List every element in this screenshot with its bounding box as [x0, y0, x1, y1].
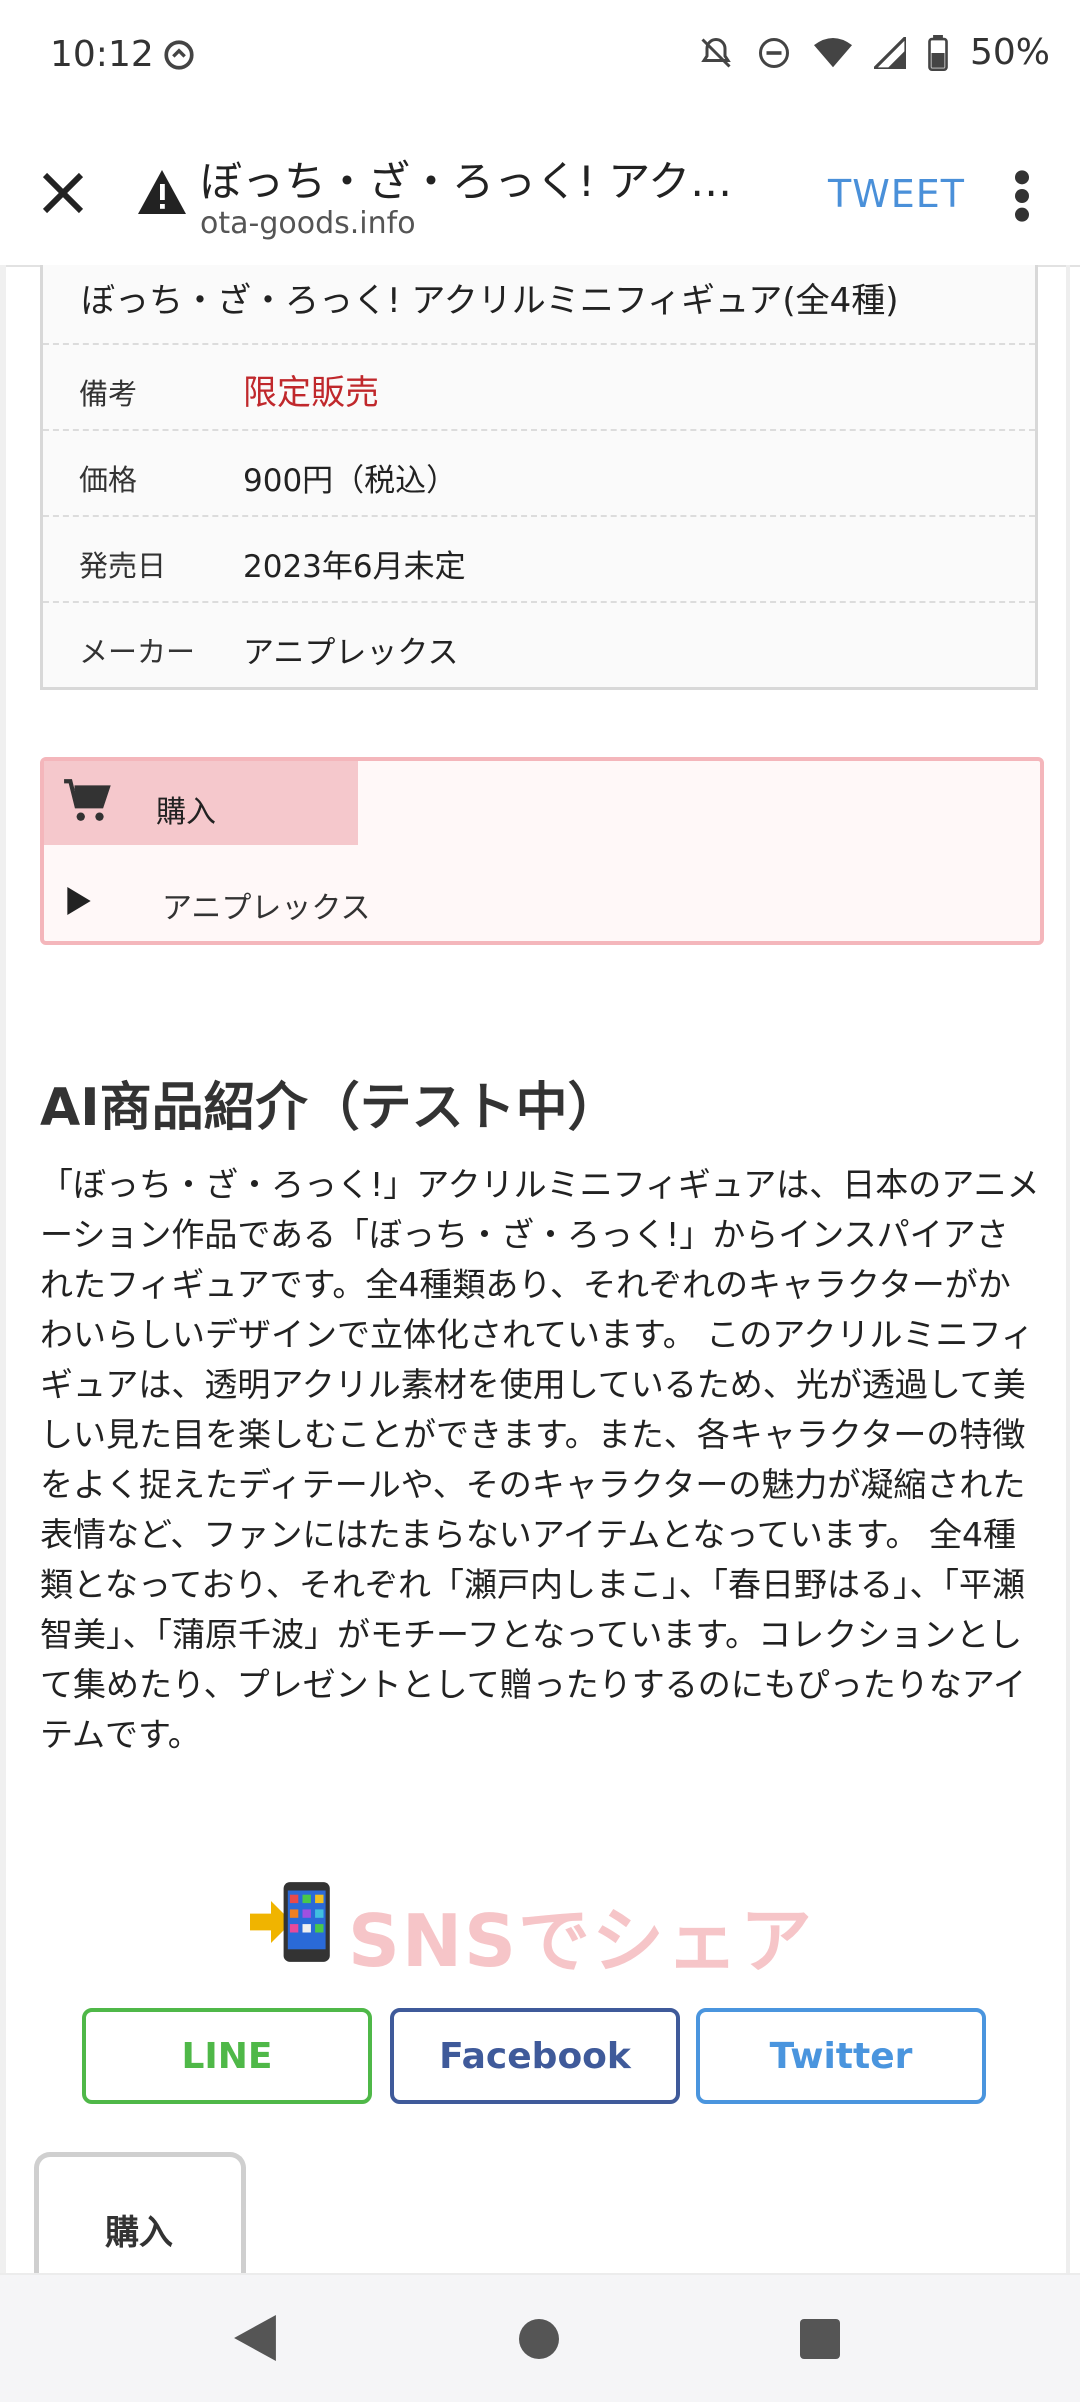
purchase-label: 購入	[156, 795, 216, 830]
play-icon	[67, 887, 91, 915]
spec-value: 限定販売	[243, 373, 379, 413]
page-edge	[0, 265, 6, 2273]
spec-key: 価格	[79, 463, 138, 497]
dnd-icon	[758, 37, 789, 68]
browser-toolbar: ぼっち・ざ・ろっく! アクリルミニフィギュア(全4種) ota-goods.in…	[0, 120, 1080, 267]
shop-link[interactable]: アニプレックス	[162, 883, 371, 927]
page-url[interactable]: ota-goods.info	[200, 206, 416, 241]
spec-key: メーカー	[79, 635, 196, 669]
battery-percent: 50%	[969, 32, 1050, 73]
phone-arrow-icon	[250, 1882, 330, 1962]
line-share-button[interactable]: LINE	[82, 2008, 372, 2104]
status-bar: 10:12 50%	[0, 0, 1080, 120]
purchase-tab: 購入	[44, 761, 358, 845]
home-icon[interactable]	[519, 2319, 559, 2359]
spec-product-name: ぼっち・ざ・ろっく! アクリルミニフィギュア(全4種)	[81, 281, 899, 321]
page-title: ぼっち・ざ・ろっく! アクリルミニフィギュア(全4種)	[200, 157, 770, 206]
twitter-share-button[interactable]: Twitter	[696, 2008, 986, 2104]
recent-apps-icon[interactable]	[800, 2319, 840, 2359]
ai-section-heading: AI商品紹介（テスト中）	[40, 1078, 620, 1138]
facebook-share-button[interactable]: Facebook	[390, 2008, 680, 2104]
back-icon[interactable]	[234, 2315, 276, 2361]
close-icon[interactable]	[36, 166, 90, 220]
purchase-tab-label: 購入	[105, 2213, 173, 2253]
spec-value: 2023年6月未定	[243, 549, 466, 585]
more-vert-icon[interactable]	[1008, 168, 1036, 224]
status-time: 10:12	[50, 34, 154, 75]
page-edge	[1066, 265, 1070, 2273]
status-icons: 50%	[698, 32, 1050, 73]
cart-icon	[64, 779, 111, 821]
ai-section-body: 「ぼっち・ざ・ろっく!」アクリルミニフィギュアは、日本のアニメーション作品である…	[40, 1165, 1040, 1754]
purchase-tab-button[interactable]: 購入	[34, 2152, 246, 2282]
purchase-box: 購入 アニプレックス	[40, 757, 1044, 945]
spec-value: 900円（税込）	[243, 463, 458, 499]
signal-icon	[873, 36, 906, 69]
sns-share-title: SNSでシェア	[250, 1880, 850, 1983]
bell-off-icon	[701, 37, 731, 68]
battery-icon	[928, 34, 948, 71]
sync-icon	[164, 40, 194, 70]
spec-row: 価格 900円（税込）	[43, 429, 1035, 517]
spec-key: 発売日	[79, 549, 167, 583]
warning-icon[interactable]	[136, 168, 188, 216]
spec-row: 発売日 2023年6月未定	[43, 515, 1035, 603]
spec-table: ぼっち・ざ・ろっく! アクリルミニフィギュア(全4種) 備考 限定販売 価格 9…	[40, 265, 1038, 690]
wifi-icon	[813, 37, 852, 67]
spec-value: アニプレックス	[243, 635, 459, 671]
tweet-button[interactable]: TWEET	[828, 172, 965, 216]
spec-row: メーカー アニプレックス	[43, 601, 1035, 689]
spec-key: 備考	[79, 377, 138, 411]
system-nav-bar	[0, 2273, 1080, 2402]
spec-row: 備考 限定販売	[43, 343, 1035, 431]
sns-share-text: SNSでシェア	[348, 1899, 814, 1983]
